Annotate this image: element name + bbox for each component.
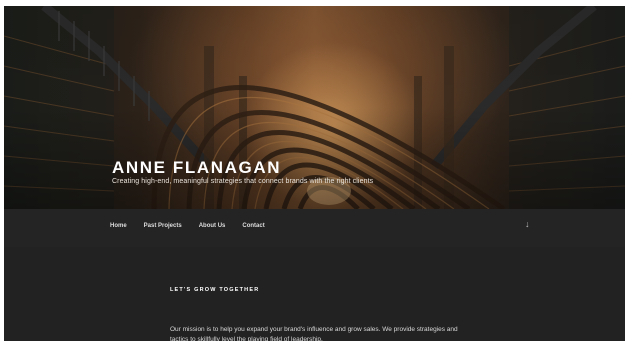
nav-item-contact[interactable]: Contact bbox=[242, 221, 264, 231]
arrow-down-icon[interactable]: ↓ bbox=[525, 219, 530, 229]
nav-item-about-us[interactable]: About Us bbox=[199, 221, 226, 231]
mission-paragraph: Our mission is to help you expand your b… bbox=[170, 326, 458, 341]
nav-item-past-projects[interactable]: Past Projects bbox=[144, 221, 182, 231]
nav-item-home[interactable]: Home bbox=[110, 221, 127, 231]
site-tagline: Creating high-end, meaningful strategies… bbox=[112, 178, 374, 185]
site-title[interactable]: ANNE FLANAGAN bbox=[112, 158, 281, 178]
nav-menu: Home Past Projects About Us Contact bbox=[110, 221, 265, 231]
section-heading: LET'S GROW TOGETHER bbox=[170, 287, 260, 293]
main-content: LET'S GROW TOGETHER Our mission is to he… bbox=[4, 247, 625, 341]
main-navigation: Home Past Projects About Us Contact ↓ bbox=[4, 209, 625, 247]
browser-viewport: ANNE FLANAGAN Creating high-end, meaning… bbox=[4, 6, 625, 341]
header-hero: ANNE FLANAGAN Creating high-end, meaning… bbox=[4, 6, 625, 209]
